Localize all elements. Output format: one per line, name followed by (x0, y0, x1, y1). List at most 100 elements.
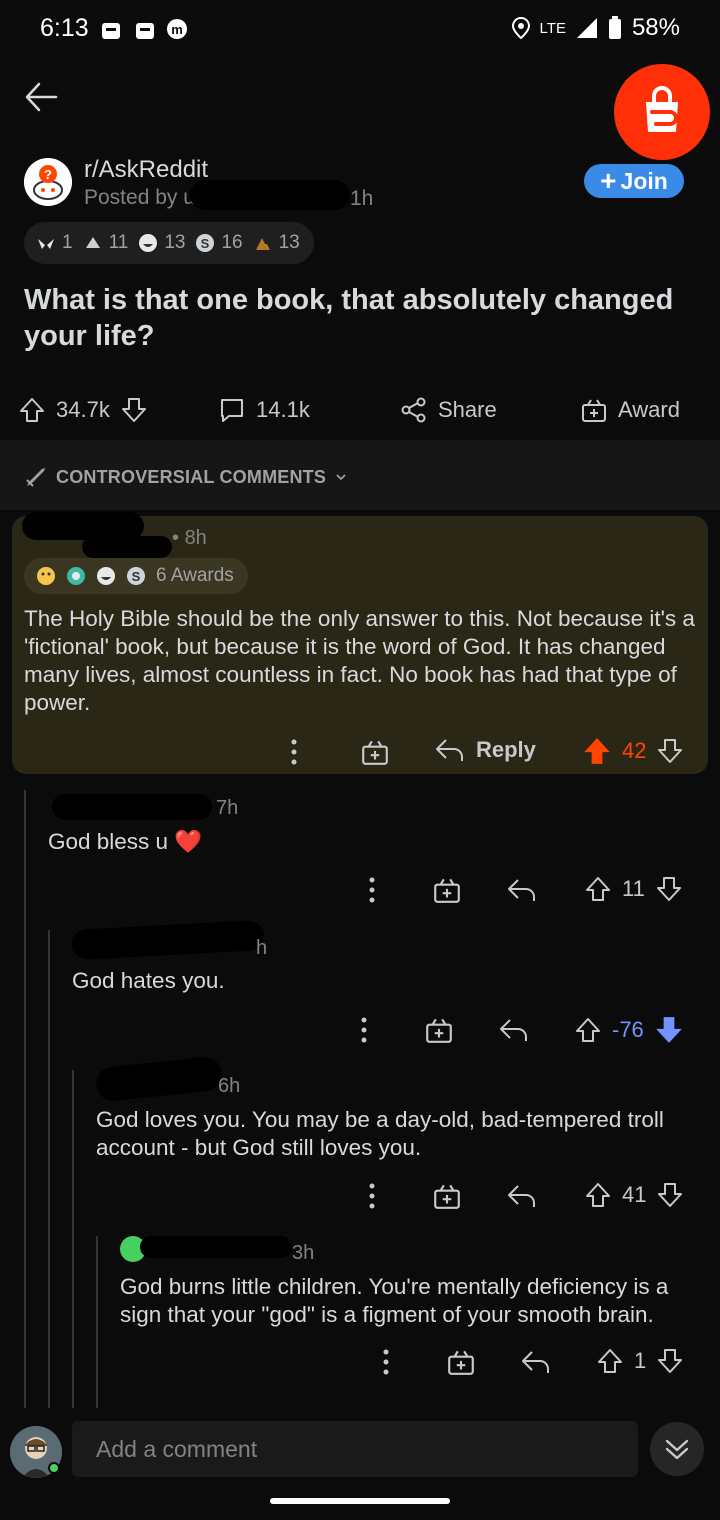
bag-notification-icon (134, 18, 156, 40)
more-options-icon[interactable] (368, 1182, 376, 1210)
comment-actions: Reply 42 (280, 732, 700, 772)
m-notification-icon: m (166, 18, 188, 40)
posted-by[interactable]: Posted by u (84, 186, 195, 210)
thread-line[interactable] (48, 930, 50, 1408)
share-icon (401, 397, 426, 423)
post-vote: 34.7k (18, 396, 148, 424)
subreddit-avatar[interactable]: ? (24, 158, 72, 206)
comment-age: 3h (292, 1242, 315, 1264)
post-age: 1h (350, 187, 374, 210)
comment-actions: 41 (360, 1176, 700, 1216)
back-arrow-icon[interactable] (24, 80, 58, 114)
reply-arrow-icon[interactable] (506, 1183, 536, 1209)
downvote-icon[interactable] (655, 875, 683, 903)
comment-sort-dropdown[interactable]: CONTROVERSIAL COMMENTS (24, 465, 348, 489)
laugh-award-icon (139, 234, 158, 252)
post-awards-bar[interactable]: 1 11 13 S 16 13 (24, 222, 314, 264)
comment-age: 7h (216, 797, 239, 819)
upvote-icon[interactable] (574, 1016, 602, 1044)
comment-count: 14.1k (256, 397, 310, 422)
comment-age: • 8h (172, 527, 207, 549)
comment-actions: -76 (356, 1010, 700, 1050)
doordash-bubble-icon[interactable] (614, 64, 710, 160)
online-status-dot (48, 1462, 60, 1474)
thread-line[interactable] (96, 1236, 98, 1408)
upvote-icon[interactable] (18, 396, 46, 424)
bag-notification-icon (100, 18, 122, 40)
redaction-mark (94, 1055, 224, 1103)
gift-icon[interactable] (446, 1347, 476, 1377)
battery-icon (608, 16, 621, 39)
silver-award-icon: S (127, 567, 145, 585)
gift-icon (582, 399, 606, 422)
downvote-icon[interactable] (656, 1181, 684, 1209)
award-item: 13 (138, 232, 185, 254)
upvote-filled-icon[interactable] (582, 736, 612, 766)
comment-score: -76 (612, 1017, 644, 1042)
post-title[interactable]: What is that one book, that absolutely c… (24, 282, 704, 354)
svg-text:S: S (201, 236, 210, 251)
battery-percent: 58% (631, 14, 680, 41)
upvote-icon[interactable] (584, 1181, 612, 1209)
reply-arrow-icon[interactable] (506, 877, 536, 903)
awards-count: 6 Awards (156, 565, 234, 586)
gift-icon[interactable] (424, 1015, 454, 1045)
comment-vote: 11 (584, 875, 683, 903)
comment-score: 1 (634, 1348, 647, 1373)
sword-icon (26, 468, 45, 487)
thread-line[interactable] (72, 1070, 74, 1408)
redaction-mark (140, 1236, 292, 1258)
comment-actions: 1 (374, 1342, 700, 1382)
downvote-icon[interactable] (656, 1347, 684, 1375)
svg-text:?: ? (44, 167, 52, 182)
award-button[interactable]: Award (580, 396, 680, 424)
svg-text:m: m (171, 22, 183, 37)
award-item: 13 (253, 232, 300, 254)
comment-score: 42 (622, 738, 647, 763)
downvote-filled-icon[interactable] (654, 1015, 684, 1045)
signal-icon (576, 18, 597, 38)
subreddit-name[interactable]: r/AskReddit (84, 156, 208, 184)
comment-body: God burns little children. You're mental… (120, 1274, 669, 1327)
reply-button[interactable]: Reply (434, 737, 536, 763)
more-options-icon[interactable] (382, 1348, 390, 1376)
comment-actions: 11 (360, 870, 700, 910)
gift-icon[interactable] (432, 875, 462, 905)
comment-awards[interactable]: S 6 Awards (24, 558, 248, 594)
post-score: 34.7k (56, 397, 110, 422)
comment-body: God hates you. (72, 968, 225, 993)
gift-icon[interactable] (360, 737, 390, 767)
redaction-mark (71, 919, 265, 961)
join-button[interactable]: + Join (584, 164, 684, 198)
more-options-icon[interactable] (290, 738, 298, 766)
home-indicator[interactable] (270, 1498, 450, 1504)
upvote-icon[interactable] (596, 1347, 624, 1375)
status-right: LTE 58% (511, 14, 680, 42)
silver-award-icon: S (196, 234, 215, 252)
globe-award-icon (67, 567, 85, 585)
wings-award-icon (38, 239, 54, 249)
comment-score: 11 (622, 876, 645, 901)
reply-arrow-icon[interactable] (498, 1017, 528, 1043)
reply-arrow-icon (436, 739, 463, 761)
share-button[interactable]: Share (400, 396, 497, 424)
comments-button[interactable]: 14.1k (218, 396, 310, 424)
next-comment-button[interactable] (650, 1422, 704, 1476)
reply-arrow-icon[interactable] (520, 1349, 550, 1375)
add-comment-input[interactable]: Add a comment (72, 1421, 638, 1477)
upvote-icon[interactable] (584, 875, 612, 903)
downvote-icon[interactable] (120, 396, 148, 424)
location-icon (511, 17, 530, 39)
redaction-mark (82, 536, 172, 558)
gift-icon[interactable] (432, 1181, 462, 1211)
double-chevron-down-icon (665, 1439, 689, 1460)
comment-score: 41 (622, 1182, 647, 1207)
more-options-icon[interactable] (368, 876, 376, 904)
more-options-icon[interactable] (360, 1016, 368, 1044)
thread-line[interactable] (24, 790, 26, 1408)
status-bar: 6:13 m LTE 58% (0, 0, 720, 56)
post-action-bar: 34.7k 14.1k Share Award (0, 390, 720, 430)
add-comment-placeholder: Add a comment (96, 1435, 258, 1462)
downvote-icon[interactable] (656, 737, 684, 765)
laugh-award-icon (97, 567, 115, 585)
